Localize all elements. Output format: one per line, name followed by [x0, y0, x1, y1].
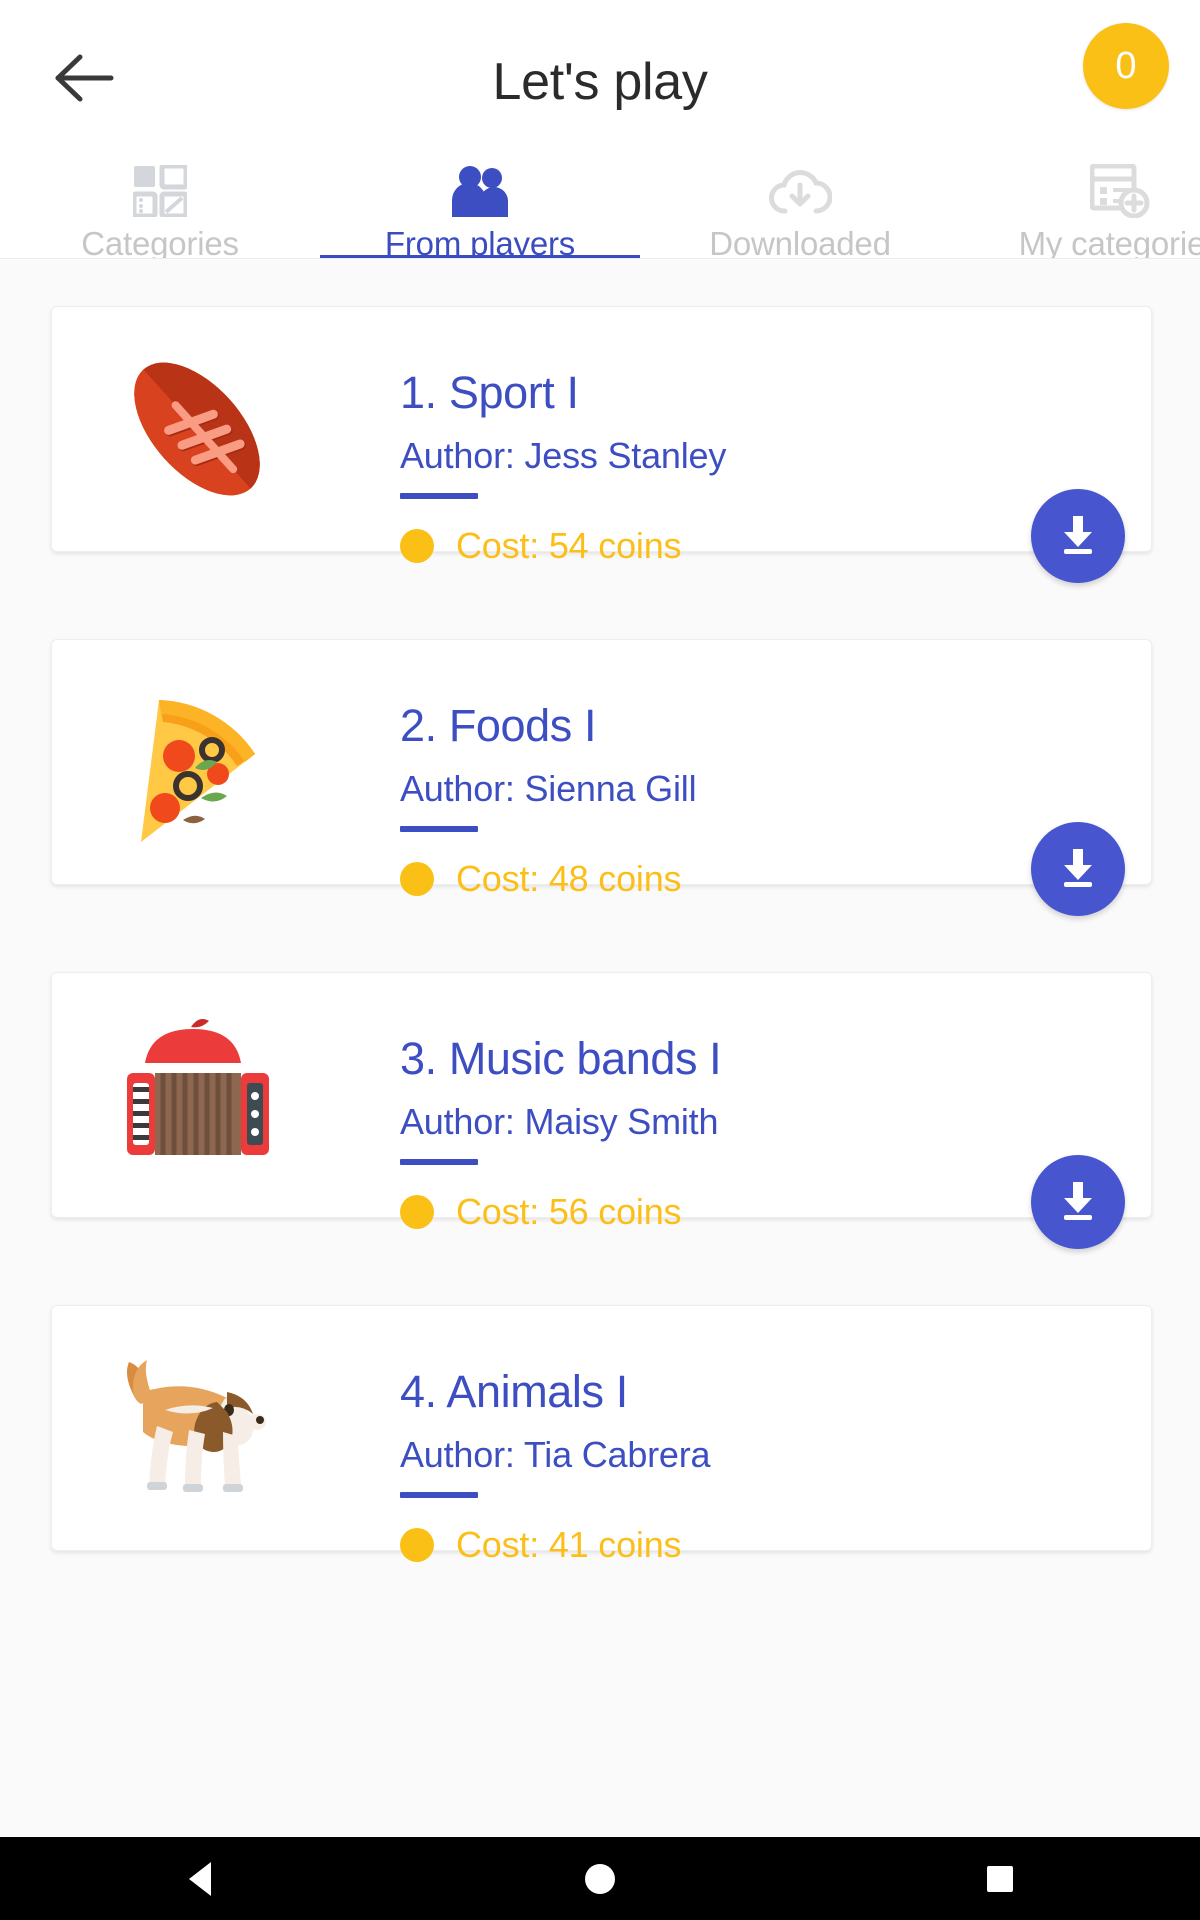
- app-root: Let's play 0 Categories From players Dow…: [0, 0, 1200, 1920]
- tab-underline: [0, 255, 320, 258]
- card-text: 3. Music bands I Author: Maisy Smith Cos…: [400, 1033, 722, 1233]
- category-card[interactable]: 3. Music bands I Author: Maisy Smith Cos…: [51, 972, 1152, 1232]
- card-text: 4. Animals I Author: Tia Cabrera Cost: 4…: [400, 1366, 711, 1566]
- card-cost: Cost: 54 coins: [400, 525, 726, 567]
- coin-icon: [400, 1195, 434, 1229]
- nav-recents-icon: [987, 1865, 1013, 1892]
- card-divider: [400, 1492, 478, 1498]
- card-author: Author: Maisy Smith: [400, 1101, 719, 1142]
- nav-home-button[interactable]: [400, 1837, 800, 1920]
- category-card[interactable]: 2. Foods I Author: Sienna Gill Cost: 48 …: [51, 639, 1152, 899]
- tab-my-categories[interactable]: My categories: [960, 163, 1200, 259]
- card-divider: [400, 826, 478, 832]
- download-button[interactable]: [1031, 489, 1125, 583]
- tab-underline: [320, 255, 640, 258]
- nav-home-icon: [585, 1863, 615, 1894]
- tab-downloaded[interactable]: Downloaded: [640, 163, 960, 259]
- download-icon: [1054, 1176, 1102, 1229]
- card-divider: [400, 1159, 478, 1165]
- cloud-download-icon: [768, 165, 832, 217]
- grid-categories-icon: [133, 165, 187, 217]
- card-body: 2. Foods I Author: Sienna Gill Cost: 48 …: [52, 640, 1151, 899]
- tab-bar: Categories From players Downloaded My ca…: [0, 163, 1200, 259]
- download-icon: [1054, 510, 1102, 563]
- card-body: 3. Music bands I Author: Maisy Smith Cos…: [52, 973, 1151, 1232]
- card-author: Author: Tia Cabrera: [400, 1434, 711, 1475]
- card-author: Author: Sienna Gill: [400, 768, 697, 809]
- tab-label: Categories: [81, 225, 239, 259]
- card-cost-text: Cost: 48 coins: [456, 858, 682, 899]
- android-navigation-bar: [0, 1837, 1200, 1920]
- card-cost: Cost: 48 coins: [400, 858, 696, 900]
- card-cost: Cost: 56 coins: [400, 1191, 721, 1233]
- category-card[interactable]: 4. Animals I Author: Tia Cabrera Cost: 4…: [51, 1305, 1152, 1565]
- card-cost-text: Cost: 54 coins: [456, 525, 682, 566]
- card-title: 4. Animals I: [400, 1366, 628, 1417]
- card-cost-text: Cost: 41 coins: [456, 1524, 682, 1565]
- category-card[interactable]: 1. Sport I Author: Jess Stanley Cost: 54…: [51, 306, 1152, 566]
- category-list[interactable]: 1. Sport I Author: Jess Stanley Cost: 54…: [0, 260, 1200, 1837]
- nav-recents-button[interactable]: [800, 1837, 1200, 1920]
- card-title: 3. Music bands I: [400, 1033, 722, 1084]
- coin-icon: [400, 529, 434, 563]
- nav-back-icon: [189, 1861, 211, 1896]
- card-title: 2. Foods I: [400, 700, 597, 751]
- download-icon: [1054, 843, 1102, 896]
- download-button[interactable]: [1031, 1155, 1125, 1249]
- page-title: Let's play: [492, 52, 708, 111]
- card-divider: [400, 493, 478, 499]
- nav-back-button[interactable]: [0, 1837, 400, 1920]
- download-button[interactable]: [1031, 822, 1125, 916]
- card-body: 4. Animals I Author: Tia Cabrera Cost: 4…: [52, 1306, 1151, 1565]
- beagle-dog-icon: [97, 1328, 297, 1528]
- coin-balance-value: 0: [1115, 44, 1137, 87]
- pizza-slice-icon: [97, 662, 297, 862]
- card-text: 1. Sport I Author: Jess Stanley Cost: 54…: [400, 367, 726, 567]
- card-cost: Cost: 41 coins: [400, 1524, 710, 1566]
- coin-icon: [400, 862, 434, 896]
- tab-underline: [640, 255, 960, 258]
- coin-icon: [400, 1528, 434, 1562]
- people-icon: [450, 165, 510, 217]
- tab-label: My categories: [1018, 225, 1200, 259]
- app-header: Let's play 0: [0, 0, 1200, 163]
- tab-categories[interactable]: Categories: [0, 163, 320, 259]
- tab-from-players[interactable]: From players: [320, 163, 640, 259]
- add-list-icon: [1090, 164, 1150, 218]
- coin-balance-badge[interactable]: 0: [1083, 23, 1169, 109]
- tab-label: From players: [384, 225, 576, 259]
- card-author: Author: Jess Stanley: [400, 435, 727, 476]
- card-body: 1. Sport I Author: Jess Stanley Cost: 54…: [52, 307, 1151, 566]
- tab-label: Downloaded: [709, 225, 891, 259]
- tab-underline: [960, 255, 1200, 258]
- card-cost-text: Cost: 56 coins: [456, 1191, 682, 1232]
- accordion-beret-icon: [97, 995, 297, 1195]
- card-title: 1. Sport I: [400, 367, 579, 418]
- card-text: 2. Foods I Author: Sienna Gill Cost: 48 …: [400, 700, 697, 900]
- american-football-icon: [97, 329, 297, 529]
